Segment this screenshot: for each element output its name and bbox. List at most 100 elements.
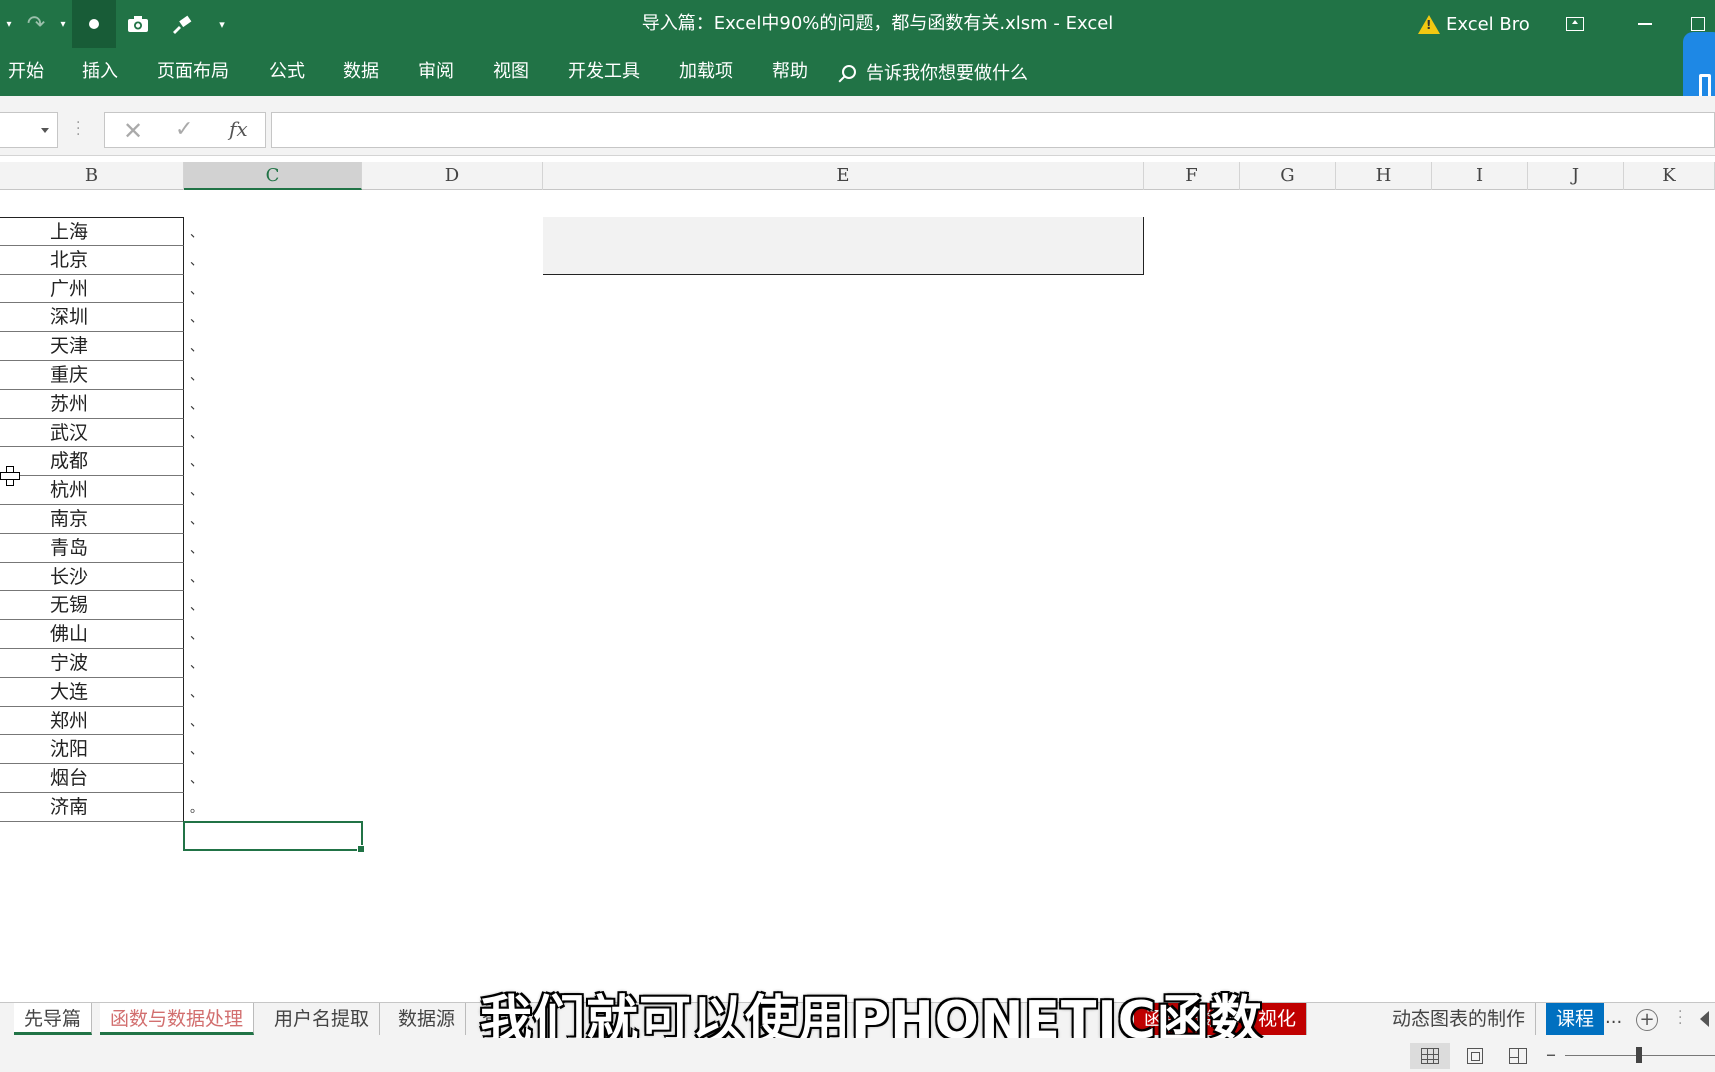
camera-button[interactable] [116, 0, 160, 48]
city-cell: 济南 [50, 795, 89, 818]
table-row[interactable]: 天津 、 [0, 332, 203, 361]
name-box[interactable] [0, 112, 58, 148]
enter-icon[interactable]: ✓ [175, 117, 193, 142]
sheet-tab[interactable]: 先导篇 [14, 1003, 93, 1035]
minimize-icon [1638, 23, 1652, 25]
column-header-k[interactable]: K [1624, 162, 1715, 190]
column-header-h[interactable]: H [1336, 162, 1432, 190]
tab-developer[interactable]: 开发工具 [568, 48, 640, 96]
undo-dropdown-icon[interactable]: ▾ [0, 0, 18, 48]
worksheet-grid[interactable]: 上海、 北京、 广州、 深圳、 天津、 重庆、 苏州、 武汉、 成都、 杭州、 … [0, 190, 1715, 1002]
column-headers: B C D E F G H I J K [0, 162, 1715, 190]
format-painter-button[interactable] [160, 0, 204, 48]
tab-insert[interactable]: 插入 [82, 48, 118, 96]
scroll-left-icon[interactable] [1700, 1011, 1709, 1027]
city-cell: 沈阳 [50, 738, 89, 761]
sheet-tab[interactable]: 数据源 [388, 1003, 467, 1035]
table-row[interactable]: 青岛 、 [0, 533, 203, 563]
column-header-i[interactable]: I [1432, 162, 1528, 190]
table-row[interactable]: 长沙 、 [0, 562, 203, 592]
column-header-f[interactable]: F [1144, 162, 1240, 190]
tab-add-ins[interactable]: 加载项 [679, 48, 733, 96]
table-row[interactable]: 苏州 、 [0, 389, 203, 419]
table-row[interactable]: 杭州 、 [0, 476, 203, 505]
add-sheet-icon[interactable]: + [1636, 1009, 1658, 1031]
table-row[interactable]: 南京 、 [0, 504, 203, 534]
separator-cell: 。 [190, 800, 204, 816]
separator-cell: 、 [190, 656, 204, 672]
table-row[interactable]: 宁波 、 [0, 648, 203, 678]
insert-function-icon[interactable]: fx [229, 117, 248, 141]
city-cell: 苏州 [50, 392, 89, 415]
city-cell: 北京 [50, 248, 89, 271]
city-cell: 佛山 [50, 623, 89, 646]
city-cell: 成都 [50, 450, 89, 473]
table-row[interactable]: 烟台 、 [0, 764, 203, 793]
more-sheets-button[interactable]: ... [1605, 1007, 1622, 1028]
record-macro-button[interactable] [72, 0, 116, 48]
redo-icon[interactable]: ↷ [18, 0, 54, 48]
table-row[interactable]: 无锡 、 [0, 591, 203, 621]
sheet-tab[interactable]: 用户名提取 [264, 1003, 381, 1035]
active-cell-selection[interactable] [183, 821, 365, 853]
name-box-dropdown-icon[interactable] [41, 128, 49, 133]
camera-icon [128, 16, 148, 32]
table-row[interactable]: 深圳 、 [0, 303, 203, 333]
formula-input[interactable] [271, 112, 1715, 148]
tab-page-layout[interactable]: 页面布局 [157, 48, 229, 96]
warning-icon [1418, 14, 1440, 34]
sheet-tab[interactable]: 动态图表的制作 [1382, 1003, 1537, 1035]
separator-cell: 、 [190, 714, 204, 730]
tab-help[interactable]: 帮助 [772, 48, 808, 96]
table-row[interactable]: 沈阳 、 [0, 735, 203, 765]
tab-formulas[interactable]: 公式 [269, 48, 305, 96]
table-row[interactable]: 重庆 、 [0, 360, 203, 390]
formula-bar-grip-icon[interactable]: · · · [76, 116, 80, 142]
table-row[interactable]: 广州 、 [0, 274, 203, 304]
page-layout-icon [1467, 1048, 1483, 1064]
customize-qat-icon[interactable]: ▾ [204, 0, 240, 48]
tab-splitter-icon[interactable]: · · · [1678, 1005, 1682, 1031]
tell-me-search[interactable]: 告诉我你想要做什么 [842, 48, 1028, 96]
separator-cell: 、 [190, 541, 204, 557]
zoom-slider-thumb[interactable] [1636, 1047, 1642, 1063]
city-cell: 大连 [50, 680, 89, 703]
page-layout-view-button[interactable] [1455, 1043, 1495, 1069]
column-header-g[interactable]: G [1240, 162, 1336, 190]
separator-cell: 、 [190, 570, 204, 586]
separator-cell: 、 [190, 426, 204, 442]
table-row[interactable]: 上海 、 [0, 217, 203, 246]
tab-view[interactable]: 视图 [493, 48, 529, 96]
column-header-j[interactable]: J [1528, 162, 1624, 190]
sheet-tab[interactable]: 课程 [1546, 1003, 1605, 1035]
city-list: 上海、 北京、 广州、 深圳、 天津、 重庆、 苏州、 武汉、 成都、 杭州、 … [0, 217, 203, 822]
column-header-e[interactable]: E [543, 162, 1144, 190]
tab-data[interactable]: 数据 [343, 48, 379, 96]
table-row[interactable]: 郑州 、 [0, 706, 203, 736]
column-header-c[interactable]: C [184, 162, 362, 190]
table-row[interactable]: 北京 、 [0, 245, 203, 275]
redo-dropdown-icon[interactable]: ▾ [54, 0, 72, 48]
page-break-view-button[interactable] [1498, 1043, 1538, 1069]
city-cell: 宁波 [50, 651, 89, 674]
ribbon-display-options-button[interactable] [1550, 0, 1600, 48]
table-row[interactable]: 成都 、 [0, 447, 203, 477]
table-row[interactable]: 济南 。 [0, 792, 203, 822]
city-cell: 广州 [50, 277, 89, 300]
table-row[interactable]: 佛山 、 [0, 620, 203, 649]
table-row[interactable]: 大连 、 [0, 677, 203, 707]
minimize-button[interactable] [1620, 0, 1670, 48]
cancel-icon[interactable]: ✕ [123, 117, 143, 145]
city-cell: 深圳 [50, 306, 89, 329]
city-cell: 南京 [50, 507, 89, 530]
tab-home[interactable]: 开始 [8, 48, 44, 96]
tab-review[interactable]: 审阅 [418, 48, 454, 96]
zoom-out-icon[interactable]: – [1546, 1042, 1556, 1066]
sheet-tab[interactable]: 函数与数据处理 [100, 1003, 255, 1035]
column-header-d[interactable]: D [362, 162, 543, 190]
account-area[interactable]: Excel Bro [1418, 0, 1530, 48]
table-row[interactable]: 武汉 、 [0, 418, 203, 448]
column-header-b[interactable]: B [0, 162, 184, 190]
merged-output-cell[interactable] [543, 217, 1144, 275]
normal-view-button[interactable] [1410, 1043, 1450, 1069]
